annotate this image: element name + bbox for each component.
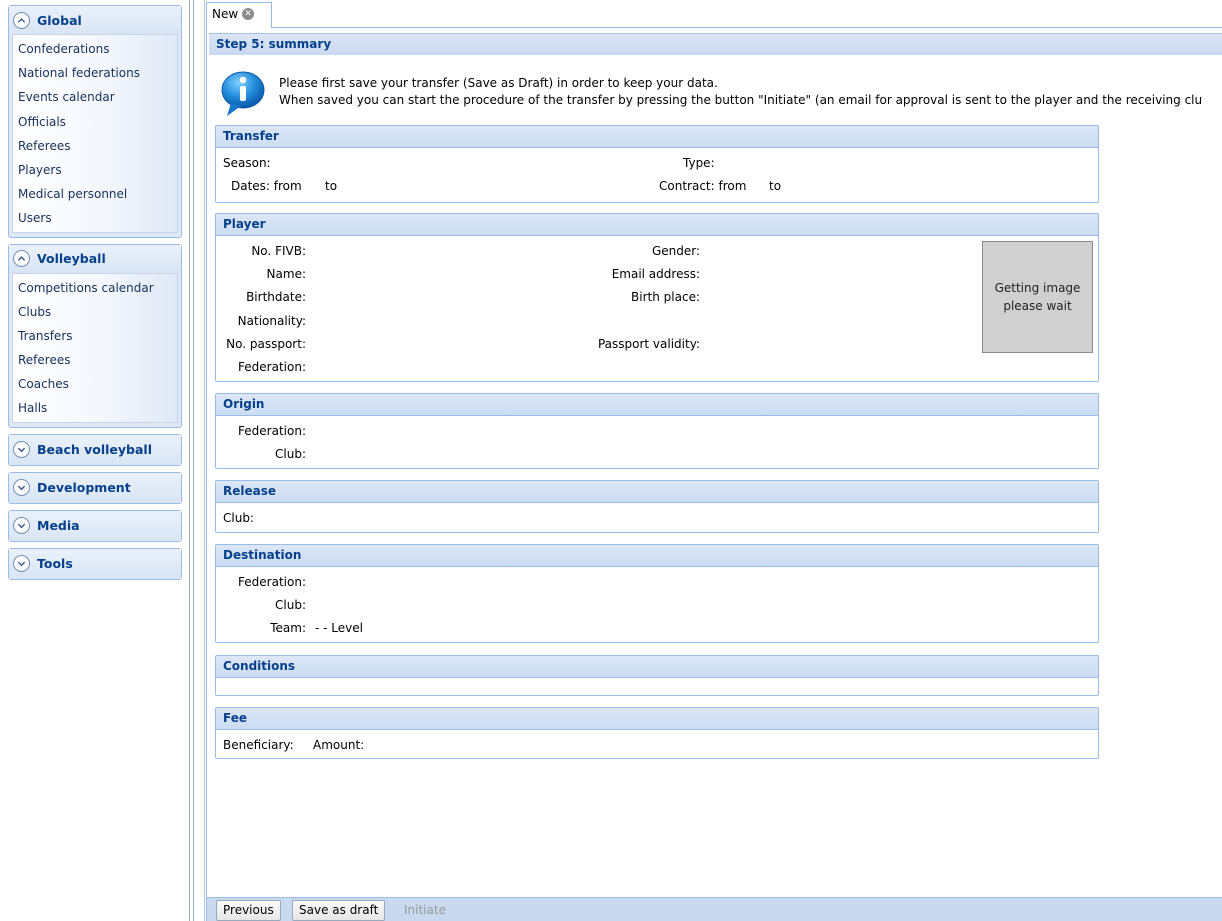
- birth-place-label: Birth place:: [631, 290, 700, 304]
- previous-button[interactable]: Previous: [216, 900, 281, 921]
- fivb-number-label: No. FIVB:: [251, 244, 306, 258]
- sidebar-item-referees[interactable]: Referees: [13, 134, 177, 158]
- save-as-draft-button[interactable]: Save as draft: [292, 900, 386, 921]
- nav-group-title: Media: [37, 518, 80, 534]
- conditions-panel: Conditions: [215, 655, 1099, 696]
- nav-group-development-header[interactable]: Development: [9, 472, 181, 503]
- nav-group-volleyball-header[interactable]: Volleyball: [9, 244, 181, 273]
- origin-panel: Origin Federation: Club:: [215, 393, 1099, 469]
- sidebar-item-halls[interactable]: Halls: [13, 396, 177, 420]
- nav-group-global-items: Confederations National federations Even…: [12, 34, 178, 233]
- amount-label: Amount:: [313, 738, 365, 752]
- collapse-icon[interactable]: [13, 11, 30, 29]
- tab-new[interactable]: New ✕: [206, 2, 272, 28]
- destination-team-value: - - Level: [315, 621, 363, 635]
- nav-group-volleyball: Volleyball Competitions calendar Clubs T…: [8, 243, 182, 428]
- nav-group-tools-header[interactable]: Tools: [9, 548, 181, 579]
- gender-label: Gender:: [651, 244, 700, 258]
- nav-group-title: Tools: [37, 556, 73, 572]
- expand-icon[interactable]: [13, 555, 30, 573]
- photo-status-line-1: Getting image: [994, 281, 1081, 295]
- transfer-panel: Transfer Season: Type: Dates: from to Co…: [215, 125, 1099, 203]
- main-content: Step 5: summary Please first save your t…: [206, 28, 1222, 921]
- collapse-icon[interactable]: [13, 250, 30, 267]
- contract-label: Contract: from: [659, 179, 747, 193]
- photo-status-line-2: please wait: [1003, 299, 1072, 313]
- nav-group-global: Global Confederations National federatio…: [8, 5, 182, 238]
- sidebar-item-national-federations[interactable]: National federations: [13, 61, 177, 85]
- sidebar-item-competitions-calendar[interactable]: Competitions calendar: [13, 276, 177, 300]
- birthdate-label: Birthdate:: [246, 290, 306, 304]
- dates-to-label: to: [325, 179, 338, 193]
- info-line-2: When saved you can start the procedure o…: [279, 93, 1203, 107]
- passport-number-label: No. passport:: [226, 337, 306, 351]
- close-icon[interactable]: ✕: [242, 8, 255, 20]
- beneficiary-label: Beneficiary:: [223, 738, 294, 752]
- panel-title: Transfer: [216, 126, 1098, 148]
- nav-group-tools: Tools: [8, 547, 182, 580]
- origin-club-label: Club:: [275, 447, 306, 461]
- panel-title: Conditions: [216, 656, 1098, 678]
- nav-group-title: Global: [37, 12, 82, 28]
- info-icon: [221, 71, 265, 116]
- destination-panel: Destination Federation: Club: Team: - - …: [215, 544, 1099, 643]
- panel-title: Fee: [216, 708, 1098, 730]
- release-panel: Release Club:: [215, 480, 1099, 533]
- origin-federation-label: Federation:: [238, 424, 306, 438]
- nav-group-title: Development: [37, 480, 131, 496]
- type-label: Type:: [683, 156, 715, 170]
- contract-to-label: to: [769, 179, 782, 193]
- sidebar-item-users[interactable]: Users: [13, 206, 177, 230]
- sidebar-item-medical-personnel[interactable]: Medical personnel: [13, 182, 177, 206]
- release-club-label: Club:: [223, 511, 254, 525]
- nationality-label: Nationality:: [237, 314, 306, 328]
- info-message: Please first save your transfer (Save as…: [214, 69, 1222, 119]
- panel-title: Destination: [216, 545, 1098, 567]
- expand-icon[interactable]: [13, 517, 30, 535]
- nav-group-title: Volleyball: [37, 251, 106, 266]
- nav-group-media-header[interactable]: Media: [9, 510, 181, 541]
- player-panel: Player No. FIVB: Name: Birthdate: Nation…: [215, 213, 1099, 382]
- sidebar-item-referees[interactable]: Referees: [13, 348, 177, 372]
- player-photo-placeholder: Getting image please wait: [982, 241, 1093, 353]
- expand-icon[interactable]: [13, 479, 30, 497]
- dates-label: Dates: from: [231, 179, 302, 193]
- info-line-1: Please first save your transfer (Save as…: [279, 76, 718, 90]
- season-label: Season:: [223, 156, 271, 170]
- sidebar-item-events-calendar[interactable]: Events calendar: [13, 85, 177, 109]
- destination-club-label: Club:: [275, 598, 306, 612]
- email-label: Email address:: [611, 267, 700, 281]
- sidebar-item-confederations[interactable]: Confederations: [13, 37, 177, 61]
- sidebar-item-coaches[interactable]: Coaches: [13, 372, 177, 396]
- expand-icon[interactable]: [13, 441, 30, 459]
- panel-title: Player: [216, 214, 1098, 236]
- sidebar-item-transfers[interactable]: Transfers: [13, 324, 177, 348]
- sidebar-item-officials[interactable]: Officials: [13, 110, 177, 134]
- federation-label: Federation:: [238, 360, 306, 374]
- nav-group-development: Development: [8, 471, 182, 504]
- name-label: Name:: [266, 267, 306, 281]
- panel-title: Release: [216, 481, 1098, 503]
- tab-bar: New ✕: [206, 0, 1222, 28]
- nav-group-global-header[interactable]: Global: [9, 6, 181, 34]
- fee-panel: Fee Beneficiary: Amount:: [215, 707, 1099, 759]
- nav-group-beach-volleyball-header[interactable]: Beach volleyball: [9, 434, 181, 465]
- nav-group-volleyball-items: Competitions calendar Clubs Transfers Re…: [12, 272, 178, 423]
- nav-group-beach-volleyball: Beach volleyball: [8, 433, 182, 466]
- sidebar-item-clubs[interactable]: Clubs: [13, 300, 177, 324]
- nav-group-title: Beach volleyball: [37, 442, 152, 458]
- nav-group-media: Media: [8, 509, 182, 542]
- destination-federation-label: Federation:: [238, 575, 306, 589]
- step-title: Step 5: summary: [209, 33, 1222, 55]
- panel-title: Origin: [216, 394, 1098, 416]
- passport-validity-label: Passport validity:: [597, 337, 700, 351]
- sidebar-splitter[interactable]: [188, 0, 206, 921]
- wizard-toolbar: Previous Save as draft Initiate: [207, 897, 1222, 921]
- sidebar-item-players[interactable]: Players: [13, 158, 177, 182]
- destination-team-label: Team:: [270, 621, 306, 635]
- initiate-button[interactable]: Initiate: [397, 900, 453, 921]
- tab-label: New: [212, 7, 239, 21]
- navigation-sidebar: Global Confederations National federatio…: [0, 0, 188, 921]
